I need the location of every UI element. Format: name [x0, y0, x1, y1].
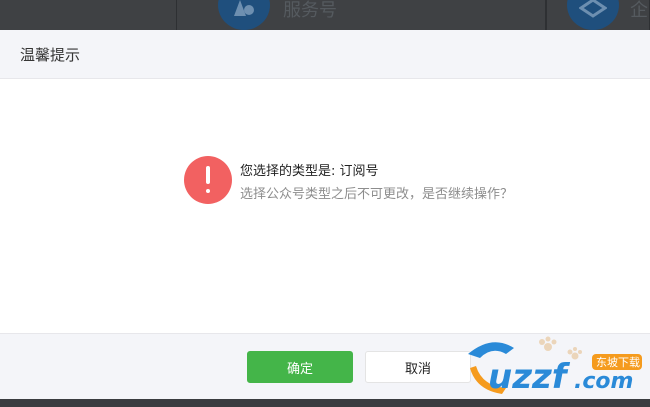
watermark-badge-text: 东坡下载	[596, 356, 640, 369]
dialog-body: 您选择的类型是: 订阅号 选择公众号类型之后不可更改，是否继续操作？	[0, 79, 650, 333]
dialog-message: 您选择的类型是: 订阅号	[240, 164, 379, 179]
dialog-title: 温馨提示	[20, 45, 81, 64]
warning-icon	[184, 156, 232, 204]
dialog-header: 温馨提示	[0, 30, 650, 79]
dialog-submessage: 选择公众号类型之后不可更改，是否继续操作？	[240, 187, 514, 202]
exclamation-mark-icon	[206, 166, 210, 194]
bottom-strip	[0, 399, 650, 407]
confirm-button[interactable]: 确定	[247, 351, 353, 383]
background-page: 服务号 企	[0, 0, 650, 30]
svg-text:.com: .com	[574, 369, 633, 394]
enterprise-account-label: 企	[630, 0, 648, 21]
svg-text:uzzf: uzzf	[488, 357, 571, 397]
cancel-button[interactable]: 取消	[365, 351, 471, 383]
service-account-label: 服务号	[283, 0, 337, 21]
screen: 服务号 企 温馨提示 您选择的类型是: 订阅号 选择公众号类型之后不可更改，是否…	[0, 0, 650, 407]
uzzf-watermark-logo: uzzf .com 东坡下载	[462, 330, 647, 400]
